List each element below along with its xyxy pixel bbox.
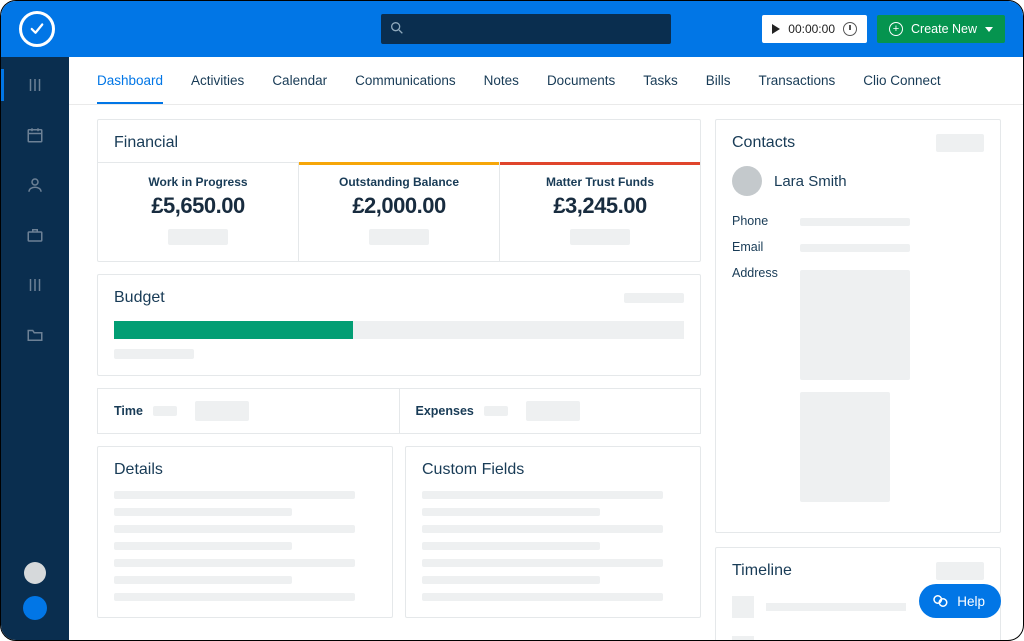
details-title: Details [114, 461, 376, 479]
custom-fields-card: Custom Fields [405, 446, 701, 618]
sidebar-status-grey-icon[interactable] [24, 562, 46, 584]
financial-card: Financial Work in Progress £5,650.00 Out… [97, 119, 701, 262]
tabs-nav: Dashboard Activities Calendar Communicat… [69, 57, 1023, 105]
sidebar-item-bars2-icon[interactable] [25, 275, 45, 295]
financial-title: Financial [114, 134, 684, 152]
custom-fields-title: Custom Fields [422, 461, 684, 479]
avatar [732, 166, 762, 196]
contacts-card: Contacts Lara Smith Phone Email [715, 119, 1001, 533]
create-new-label: Create New [911, 22, 977, 36]
chevron-down-icon [985, 27, 993, 32]
details-card: Details [97, 446, 393, 618]
clock-icon [843, 22, 857, 36]
chat-icon [931, 592, 949, 610]
phone-label: Phone [732, 214, 786, 228]
help-button[interactable]: Help [919, 584, 1001, 618]
financial-col-wip: Work in Progress £5,650.00 [98, 163, 298, 261]
expenses-label: Expenses [416, 404, 474, 418]
search-icon [389, 20, 405, 41]
sidebar-item-folder-icon[interactable] [25, 325, 45, 345]
timer-value: 00:00:00 [788, 22, 835, 36]
timeline-title: Timeline [732, 562, 792, 580]
tab-dashboard[interactable]: Dashboard [97, 59, 163, 104]
email-label: Email [732, 240, 786, 254]
play-icon [772, 24, 780, 34]
timeline-item [732, 636, 984, 640]
tab-activities[interactable]: Activities [191, 59, 244, 102]
time-label: Time [114, 404, 143, 418]
tab-bills[interactable]: Bills [706, 59, 731, 102]
sidebar-status-blue-icon[interactable] [23, 596, 47, 620]
financial-col-trust: Matter Trust Funds £3,245.00 [499, 163, 700, 261]
timer-widget[interactable]: 00:00:00 [762, 15, 867, 43]
search-input[interactable] [381, 14, 671, 44]
plus-circle-icon: + [889, 22, 903, 36]
budget-title: Budget [114, 289, 165, 307]
sidebar-item-briefcase-icon[interactable] [25, 225, 45, 245]
create-new-button[interactable]: + Create New [877, 15, 1005, 43]
contacts-title: Contacts [732, 134, 795, 152]
tab-documents[interactable]: Documents [547, 59, 615, 102]
address-label: Address [732, 266, 786, 502]
budget-card: Budget [97, 274, 701, 376]
sidebar-item-person-icon[interactable] [25, 175, 45, 195]
time-expense-row: Time Expenses [97, 388, 701, 434]
tab-calendar[interactable]: Calendar [272, 59, 327, 102]
contact-name: Lara Smith [774, 173, 847, 190]
tab-notes[interactable]: Notes [484, 59, 519, 102]
budget-progress [114, 321, 684, 339]
sidebar-item-bar-icon[interactable] [25, 75, 45, 95]
tab-tasks[interactable]: Tasks [643, 59, 678, 102]
tab-communications[interactable]: Communications [355, 59, 456, 102]
logo-icon[interactable] [19, 11, 55, 47]
tab-clio-connect[interactable]: Clio Connect [863, 59, 940, 102]
tab-transactions[interactable]: Transactions [759, 59, 836, 102]
help-label: Help [957, 594, 985, 609]
sidebar-item-calendar-icon[interactable] [25, 125, 45, 145]
financial-col-outstanding: Outstanding Balance £2,000.00 [298, 163, 499, 261]
